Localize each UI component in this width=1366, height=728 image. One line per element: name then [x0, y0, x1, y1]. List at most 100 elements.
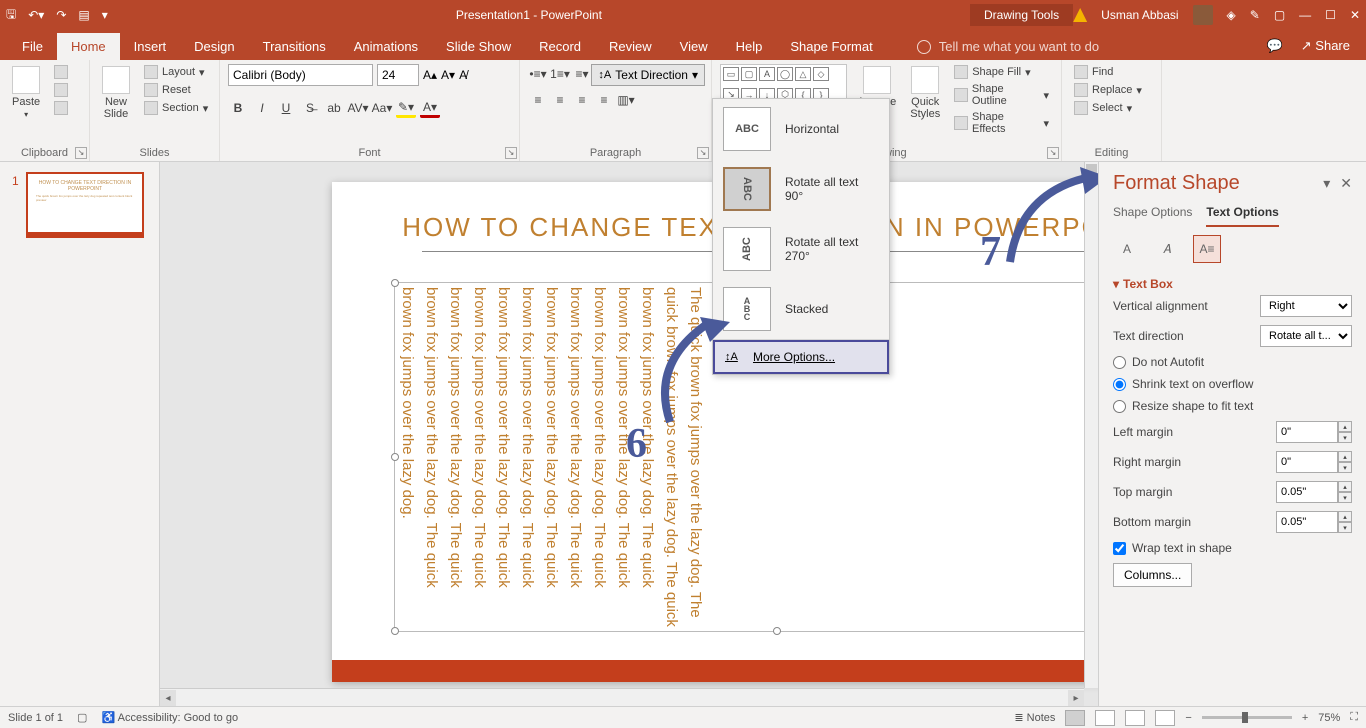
underline-button[interactable]: U [276, 98, 296, 118]
new-slide-button[interactable]: New Slide [98, 64, 134, 122]
layout-button[interactable]: Layout ▾ [140, 64, 212, 80]
start-from-beginning-icon[interactable]: ▤ [78, 8, 89, 22]
resize-handle[interactable] [391, 627, 399, 635]
reset-button[interactable]: Reset [140, 82, 212, 98]
tab-slideshow[interactable]: Slide Show [432, 33, 525, 60]
clipboard-dialog-launcher[interactable]: ↘ [75, 147, 87, 159]
tab-home[interactable]: Home [57, 33, 120, 60]
magic-icon[interactable]: ✎ [1250, 8, 1260, 22]
ribbon-options-icon[interactable]: ▢ [1274, 8, 1285, 22]
warning-icon[interactable] [1073, 8, 1087, 22]
tell-me-search[interactable]: Tell me what you want to do [907, 33, 1109, 60]
text-direction-select[interactable]: Rotate all t... [1260, 325, 1352, 347]
redo-icon[interactable]: ↷ [56, 8, 66, 22]
spin-down[interactable]: ▾ [1338, 522, 1352, 533]
wrap-checkbox[interactable] [1113, 542, 1126, 555]
reading-view-icon[interactable] [1125, 710, 1145, 726]
columns-button[interactable]: ▥▾ [616, 90, 636, 110]
dropdown-stacked[interactable]: ABCStacked [713, 279, 889, 339]
radio-shrink[interactable] [1113, 378, 1126, 391]
valign-select[interactable]: Right [1260, 295, 1352, 317]
vertical-scrollbar[interactable] [1084, 162, 1098, 688]
slide-count[interactable]: Slide 1 of 1 [8, 712, 63, 724]
tab-review[interactable]: Review [595, 33, 666, 60]
shadow-button[interactable]: ab [324, 98, 344, 118]
format-painter-button[interactable] [50, 100, 72, 116]
radio-resize[interactable] [1113, 400, 1126, 413]
clear-formatting-icon[interactable]: A̸ [459, 68, 467, 82]
copy-button[interactable] [50, 82, 72, 98]
shape-fill-button[interactable]: Shape Fill ▾ [950, 64, 1053, 80]
comments-icon[interactable]: 💬 [1267, 38, 1283, 54]
tab-help[interactable]: Help [722, 33, 777, 60]
strikethrough-button[interactable]: S̶ [300, 98, 320, 118]
replace-button[interactable]: Replace ▾ [1070, 82, 1146, 98]
diamond-icon[interactable]: ◈ [1227, 8, 1236, 22]
sorter-view-icon[interactable] [1095, 710, 1115, 726]
spin-up[interactable]: ▴ [1338, 511, 1352, 522]
normal-view-icon[interactable] [1065, 710, 1085, 726]
pane-tab-shape-options[interactable]: Shape Options [1113, 205, 1192, 227]
zoom-slider[interactable] [1202, 716, 1292, 719]
pane-tab-text-options[interactable]: Text Options [1206, 205, 1278, 227]
left-margin-input[interactable] [1276, 421, 1338, 443]
tab-record[interactable]: Record [525, 33, 595, 60]
shape-outline-button[interactable]: Shape Outline ▾ [950, 82, 1053, 108]
italic-button[interactable]: I [252, 98, 272, 118]
user-name[interactable]: Usman Abbasi [1101, 8, 1178, 22]
paste-button[interactable]: Paste▾ [8, 64, 44, 121]
top-margin-input[interactable] [1276, 481, 1338, 503]
tab-shape-format[interactable]: Shape Format [776, 33, 886, 60]
scroll-left-icon[interactable]: ◂ [160, 690, 176, 706]
find-button[interactable]: Find [1070, 64, 1146, 80]
shape-effects-button[interactable]: Shape Effects ▾ [950, 110, 1053, 136]
minimize-icon[interactable]: — [1299, 8, 1311, 22]
zoom-in-icon[interactable]: + [1302, 712, 1308, 724]
spin-down[interactable]: ▾ [1338, 492, 1352, 503]
bold-button[interactable]: B [228, 98, 248, 118]
pane-close-icon[interactable]: ✕ [1340, 175, 1352, 192]
resize-handle[interactable] [773, 627, 781, 635]
share-button[interactable]: ↗ Share [1301, 38, 1350, 54]
pane-options-icon[interactable]: ▾ [1323, 175, 1330, 192]
accessibility-status[interactable]: ♿ Accessibility: Good to go [101, 711, 238, 724]
tab-design[interactable]: Design [180, 33, 248, 60]
paragraph-dialog-launcher[interactable]: ↘ [697, 147, 709, 159]
save-icon[interactable]: 🖫 [6, 5, 16, 26]
tab-insert[interactable]: Insert [120, 33, 181, 60]
cut-button[interactable] [50, 64, 72, 80]
text-effects-icon[interactable]: 𝐴 [1153, 235, 1181, 263]
scroll-right-icon[interactable]: ▸ [1068, 690, 1084, 706]
numbering-button[interactable]: 1≡▾ [550, 64, 570, 84]
horizontal-scrollbar[interactable]: ◂ ▸ [160, 688, 1084, 706]
columns-button[interactable]: Columns... [1113, 563, 1192, 587]
spin-up[interactable]: ▴ [1338, 451, 1352, 462]
radio-no-autofit[interactable] [1113, 356, 1126, 369]
zoom-out-icon[interactable]: − [1185, 712, 1191, 724]
bottom-margin-input[interactable] [1276, 511, 1338, 533]
resize-handle[interactable] [391, 453, 399, 461]
align-left-button[interactable]: ≡ [528, 90, 548, 110]
section-text-box[interactable]: ▾ Text Box [1113, 277, 1352, 291]
select-button[interactable]: Select ▾ [1070, 100, 1146, 116]
change-case-button[interactable]: Aa▾ [372, 98, 392, 118]
list-level-button[interactable]: ≡▾ [572, 64, 592, 84]
align-center-button[interactable]: ≡ [550, 90, 570, 110]
char-spacing-button[interactable]: AV▾ [348, 98, 368, 118]
user-avatar[interactable] [1193, 5, 1213, 25]
right-margin-input[interactable] [1276, 451, 1338, 473]
tab-animations[interactable]: Animations [340, 33, 432, 60]
undo-icon[interactable]: ↶▾ [28, 8, 44, 22]
spin-up[interactable]: ▴ [1338, 421, 1352, 432]
slide-thumbnail-1[interactable]: HOW TO CHANGE TEXT DIRECTION IN POWERPOI… [26, 172, 144, 238]
spin-down[interactable]: ▾ [1338, 462, 1352, 473]
spin-down[interactable]: ▾ [1338, 432, 1352, 443]
fit-to-window-icon[interactable]: ⛶ [1350, 711, 1358, 724]
zoom-level[interactable]: 75% [1318, 712, 1340, 724]
textbox-icon[interactable]: A≡ [1193, 235, 1221, 263]
text-direction-button[interactable]: ↕A Text Direction ▾ [591, 64, 705, 86]
increase-font-icon[interactable]: A▴ [423, 68, 437, 82]
dropdown-more-options[interactable]: ↕A More Options... [713, 340, 889, 374]
text-fill-outline-icon[interactable]: A [1113, 235, 1141, 263]
align-right-button[interactable]: ≡ [572, 90, 592, 110]
